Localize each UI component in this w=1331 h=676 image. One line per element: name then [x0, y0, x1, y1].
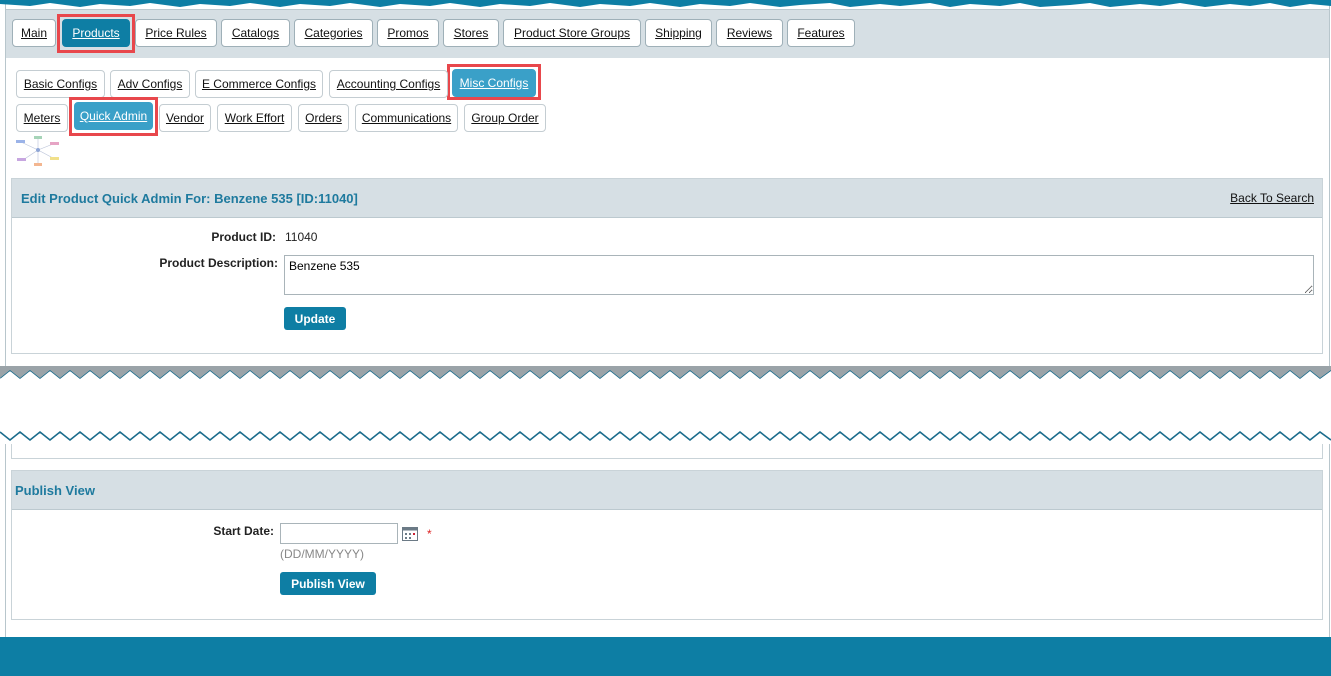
required-marker: *: [427, 527, 432, 541]
subtab-work-effort[interactable]: Work Effort: [217, 104, 292, 132]
start-date-input[interactable]: [280, 523, 398, 544]
publish-view-panel: Publish View Start Date: * (DD/MM/YYYY) …: [11, 470, 1323, 620]
product-id-label: Product ID:: [211, 230, 276, 244]
edit-panel-header: Edit Product Quick Admin For: Benzene 53…: [12, 179, 1322, 218]
tab-catalogs[interactable]: Catalogs: [221, 19, 290, 47]
edit-panel-title: Edit Product Quick Admin For: Benzene 53…: [21, 191, 358, 206]
tab-main[interactable]: Main: [12, 19, 56, 47]
publish-view-button[interactable]: Publish View: [280, 572, 376, 595]
product-description-field[interactable]: Benzene 535: [284, 255, 1314, 295]
tab-price-rules[interactable]: Price Rules: [135, 19, 217, 47]
subtab-group-order[interactable]: Group Order: [464, 104, 546, 132]
tab-reviews[interactable]: Reviews: [716, 19, 783, 47]
footer-band: [0, 637, 1331, 676]
start-date-label: Start Date:: [213, 524, 274, 538]
back-to-search-link[interactable]: Back To Search: [1230, 191, 1314, 205]
publish-panel-header: Publish View: [12, 471, 1322, 510]
subtab-orders[interactable]: Orders: [298, 104, 349, 132]
torn-edge-lower: [0, 430, 1331, 442]
subtab-misc-configs[interactable]: Misc Configs: [452, 69, 536, 97]
publish-panel-title: Publish View: [15, 483, 95, 498]
subtab-basic-configs[interactable]: Basic Configs: [16, 70, 105, 98]
tab-shipping[interactable]: Shipping: [645, 19, 712, 47]
subtab-quick-admin[interactable]: Quick Admin: [74, 102, 153, 130]
tab-products[interactable]: Products: [62, 19, 130, 47]
subtab-adv-configs[interactable]: Adv Configs: [110, 70, 190, 98]
tab-categories[interactable]: Categories: [294, 19, 373, 47]
torn-edge-upper: [0, 366, 1331, 380]
collapsed-panel-edge: [11, 444, 1323, 459]
product-id-value: 11040: [285, 230, 318, 244]
product-diagram-thumbnail[interactable]: [13, 134, 63, 168]
subtab-ecommerce-configs[interactable]: E Commerce Configs: [195, 70, 323, 98]
product-description-label: Product Description:: [159, 256, 278, 270]
tab-promos[interactable]: Promos: [377, 19, 439, 47]
date-format-hint: (DD/MM/YYYY): [280, 547, 364, 561]
tab-stores[interactable]: Stores: [443, 19, 499, 47]
calendar-icon[interactable]: [402, 526, 418, 541]
subtab-vendor[interactable]: Vendor: [159, 104, 211, 132]
subtab-accounting-configs[interactable]: Accounting Configs: [329, 70, 448, 98]
tab-product-store-groups[interactable]: Product Store Groups: [503, 19, 641, 47]
edit-product-panel: Edit Product Quick Admin For: Benzene 53…: [11, 178, 1323, 354]
subtab-meters[interactable]: Meters: [16, 104, 68, 132]
subtab-communications[interactable]: Communications: [355, 104, 458, 132]
update-button[interactable]: Update: [284, 307, 346, 330]
tab-features[interactable]: Features: [787, 19, 855, 47]
